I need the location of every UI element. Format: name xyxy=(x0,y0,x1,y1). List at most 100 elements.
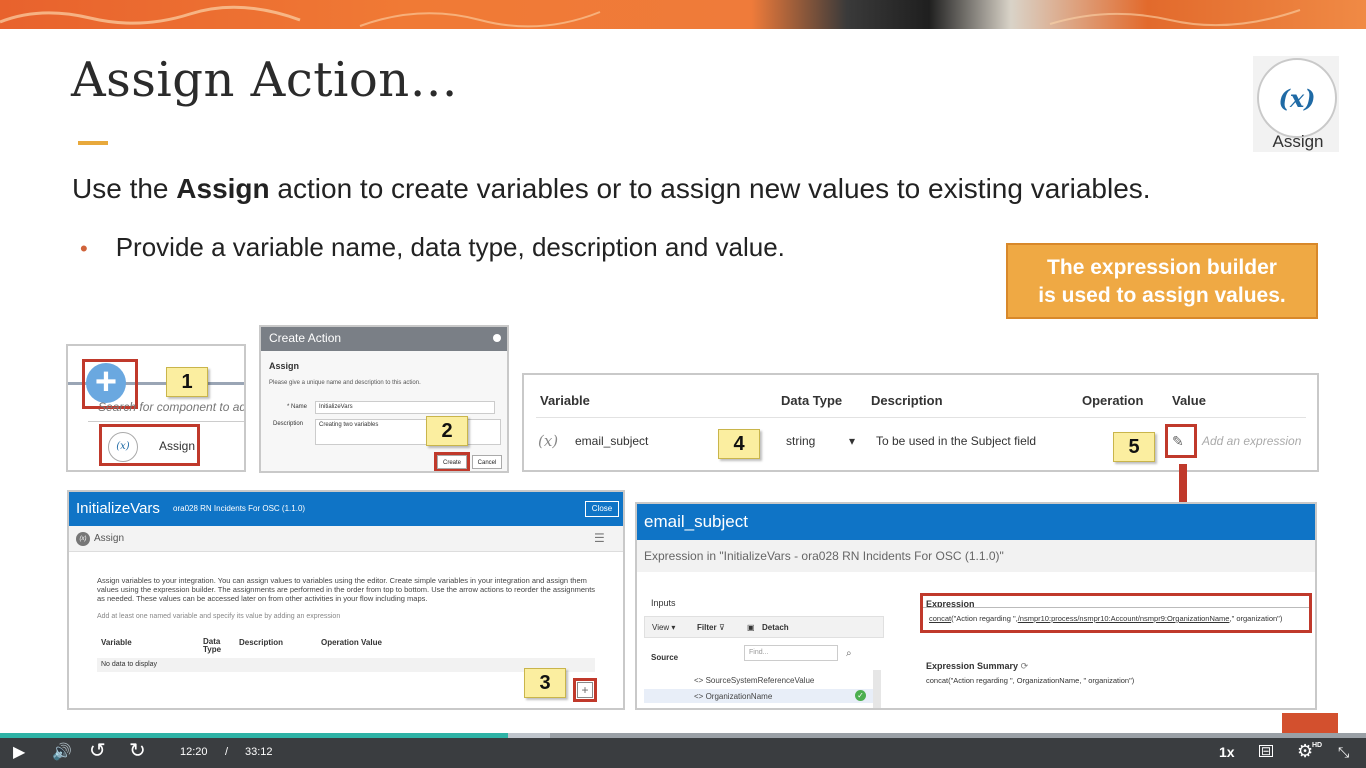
variable-table-panel: Variable Data Type Description Operation… xyxy=(522,373,1319,472)
assign-badge-label: Assign xyxy=(1272,132,1324,151)
name-field[interactable]: InitializeVars xyxy=(315,401,495,414)
data-type-select[interactable]: string xyxy=(786,434,815,448)
column-header-variable: Variable xyxy=(540,393,590,408)
hd-badge: HD xyxy=(1312,742,1323,749)
decorative-banner xyxy=(0,0,1366,29)
variable-name-cell[interactable]: email_subject xyxy=(575,434,648,448)
subheader-label: Assign xyxy=(94,533,125,544)
add-component-panel: + Search for component to add (x) Assign… xyxy=(66,344,246,472)
playback-speed[interactable]: 1x xyxy=(1219,744,1235,760)
summary-label-text: Expression Summary xyxy=(926,661,1019,671)
lead-text-post: action to create variables or to assign … xyxy=(269,173,1151,204)
step-badge-3: 3 xyxy=(524,668,566,698)
empty-table-row: No data to display xyxy=(97,658,595,672)
expression-title: email_subject xyxy=(644,512,748,531)
column-header-operation: Operation xyxy=(1082,393,1144,408)
highlight-box-pencil xyxy=(1165,424,1197,458)
volume-icon[interactable]: 🔊 xyxy=(52,745,72,761)
highlight-box-assign xyxy=(99,424,200,466)
view-menu[interactable]: View ▾ xyxy=(652,623,675,632)
close-button[interactable]: Close xyxy=(585,501,619,517)
highlight-box-create xyxy=(434,452,470,471)
captions-icon[interactable]: ⊟ xyxy=(1259,745,1273,757)
description-field[interactable]: Creating two variables xyxy=(315,419,501,445)
gear-icon[interactable]: ⚙ xyxy=(1297,742,1313,760)
description-cell[interactable]: To be used in the Subject field xyxy=(876,434,1036,448)
check-icon: ✓ xyxy=(855,690,866,701)
column-header-value: Value xyxy=(1172,393,1206,408)
panel-subheader: (x) Assign ☰ xyxy=(69,526,623,552)
title-underline xyxy=(78,141,108,145)
source-label: Source xyxy=(651,653,679,662)
forward-icon[interactable]: ↻ xyxy=(129,741,146,761)
lead-text: Use the Assign action to create variable… xyxy=(72,173,1151,205)
column-data-type: Data Type xyxy=(203,637,222,654)
tree-item-source-reference[interactable]: <> SourceSystemReferenceValue xyxy=(694,676,814,685)
integration-name: ora028 RN Incidents For OSC (1.1.0) xyxy=(173,504,306,513)
expression-builder-panel: email_subject Expression in "InitializeV… xyxy=(635,502,1317,710)
expression-builder-callout: The expression builder is used to assign… xyxy=(1006,243,1318,319)
expression-summary: concat("Action regarding ", Organization… xyxy=(926,676,1135,685)
highlight-box-expression xyxy=(920,593,1312,633)
filter-icon[interactable]: ⊽ xyxy=(719,623,725,632)
dialog-header-title: Create Action xyxy=(269,331,342,345)
assign-icon: (x) xyxy=(76,532,90,546)
step-badge-4: 4 xyxy=(718,429,760,459)
name-label: * Name xyxy=(287,404,308,410)
step-badge-1: 1 xyxy=(166,367,208,397)
value-expression-input[interactable]: Add an expression xyxy=(1202,434,1301,448)
column-header-data-type: Data Type xyxy=(781,393,843,408)
filter-button[interactable]: Filter xyxy=(697,623,717,632)
hamburger-menu-icon[interactable]: ☰ xyxy=(594,531,605,545)
expression-context: Expression in "InitializeVars - ora028 R… xyxy=(644,549,1004,563)
slide-title: Assign Action… xyxy=(71,52,459,108)
detach-button[interactable]: Detach xyxy=(762,623,789,632)
dialog-header: Create Action xyxy=(261,327,507,351)
rewind-icon[interactable]: ↺ xyxy=(89,741,106,761)
bullet-text: Provide a variable name, data type, desc… xyxy=(115,232,785,262)
inputs-toolbar: View ▾ Filter ⊽ ▣ Detach xyxy=(644,616,884,638)
column-operation-value: Operation Value xyxy=(321,638,382,647)
assign-x-glyph: (x) xyxy=(1278,83,1316,113)
header-divider xyxy=(536,417,1306,418)
callout-line-1: The expression builder xyxy=(1047,256,1277,279)
panel-hint: Add at least one named variable and spec… xyxy=(97,613,341,620)
create-action-dialog: Create Action Assign Please give a uniqu… xyxy=(259,325,509,473)
fullscreen-exit-icon[interactable]: ⤡ xyxy=(1338,744,1349,760)
detach-icon[interactable]: ▣ xyxy=(747,623,755,632)
column-variable: Variable xyxy=(101,638,132,647)
highlight-box-plus xyxy=(573,678,597,702)
chevron-down-icon[interactable]: ▾ xyxy=(849,434,855,448)
step-badge-5: 5 xyxy=(1113,432,1155,462)
time-separator: / xyxy=(225,746,229,758)
video-controls: ▶ 🔊 ↺ ↻ 12:20 / 33:12 1x ⊟ ⚙ HD ⤡ xyxy=(0,738,1366,768)
duration: 33:12 xyxy=(245,746,273,758)
assign-badge: (x) Assign xyxy=(1253,56,1339,152)
dialog-instructions: Please give a unique name and descriptio… xyxy=(269,380,421,386)
variable-type-icon: (x) xyxy=(538,432,559,450)
component-search-input[interactable]: Search for component to add xyxy=(98,400,244,414)
cancel-button[interactable]: Cancel xyxy=(472,455,502,469)
help-icon[interactable] xyxy=(493,334,501,342)
panel-description: Assign variables to your integration. Yo… xyxy=(97,576,596,603)
search-icon[interactable]: ⌕ xyxy=(846,648,852,659)
step-badge-2: 2 xyxy=(426,416,468,446)
play-icon[interactable]: ▶ xyxy=(13,745,25,761)
panel-title: InitializeVars xyxy=(76,500,160,517)
column-header-description: Description xyxy=(871,393,943,408)
assign-variable-icon: (x) xyxy=(1257,58,1337,138)
initialize-vars-panel: InitializeVars ora028 RN Incidents For O… xyxy=(67,490,625,710)
inputs-label: Inputs xyxy=(651,598,676,608)
refresh-icon[interactable]: ⟳ xyxy=(1021,661,1029,671)
summary-label: Expression Summary ⟳ xyxy=(926,661,1028,672)
column-description: Description xyxy=(239,638,284,647)
tree-item-organization-name[interactable]: <> OrganizationName xyxy=(694,692,772,701)
find-input[interactable]: Find... xyxy=(744,645,838,661)
callout-line-2: is used to assign values. xyxy=(1038,284,1286,307)
bullet-dot-icon: • xyxy=(80,236,88,261)
panel-header: InitializeVars ora028 RN Incidents For O… xyxy=(69,492,623,526)
tree-scrollbar[interactable] xyxy=(873,670,881,708)
current-time: 12:20 xyxy=(180,746,208,758)
lead-text-pre: Use the xyxy=(72,173,177,204)
bullet-item: • Provide a variable name, data type, des… xyxy=(80,232,785,263)
